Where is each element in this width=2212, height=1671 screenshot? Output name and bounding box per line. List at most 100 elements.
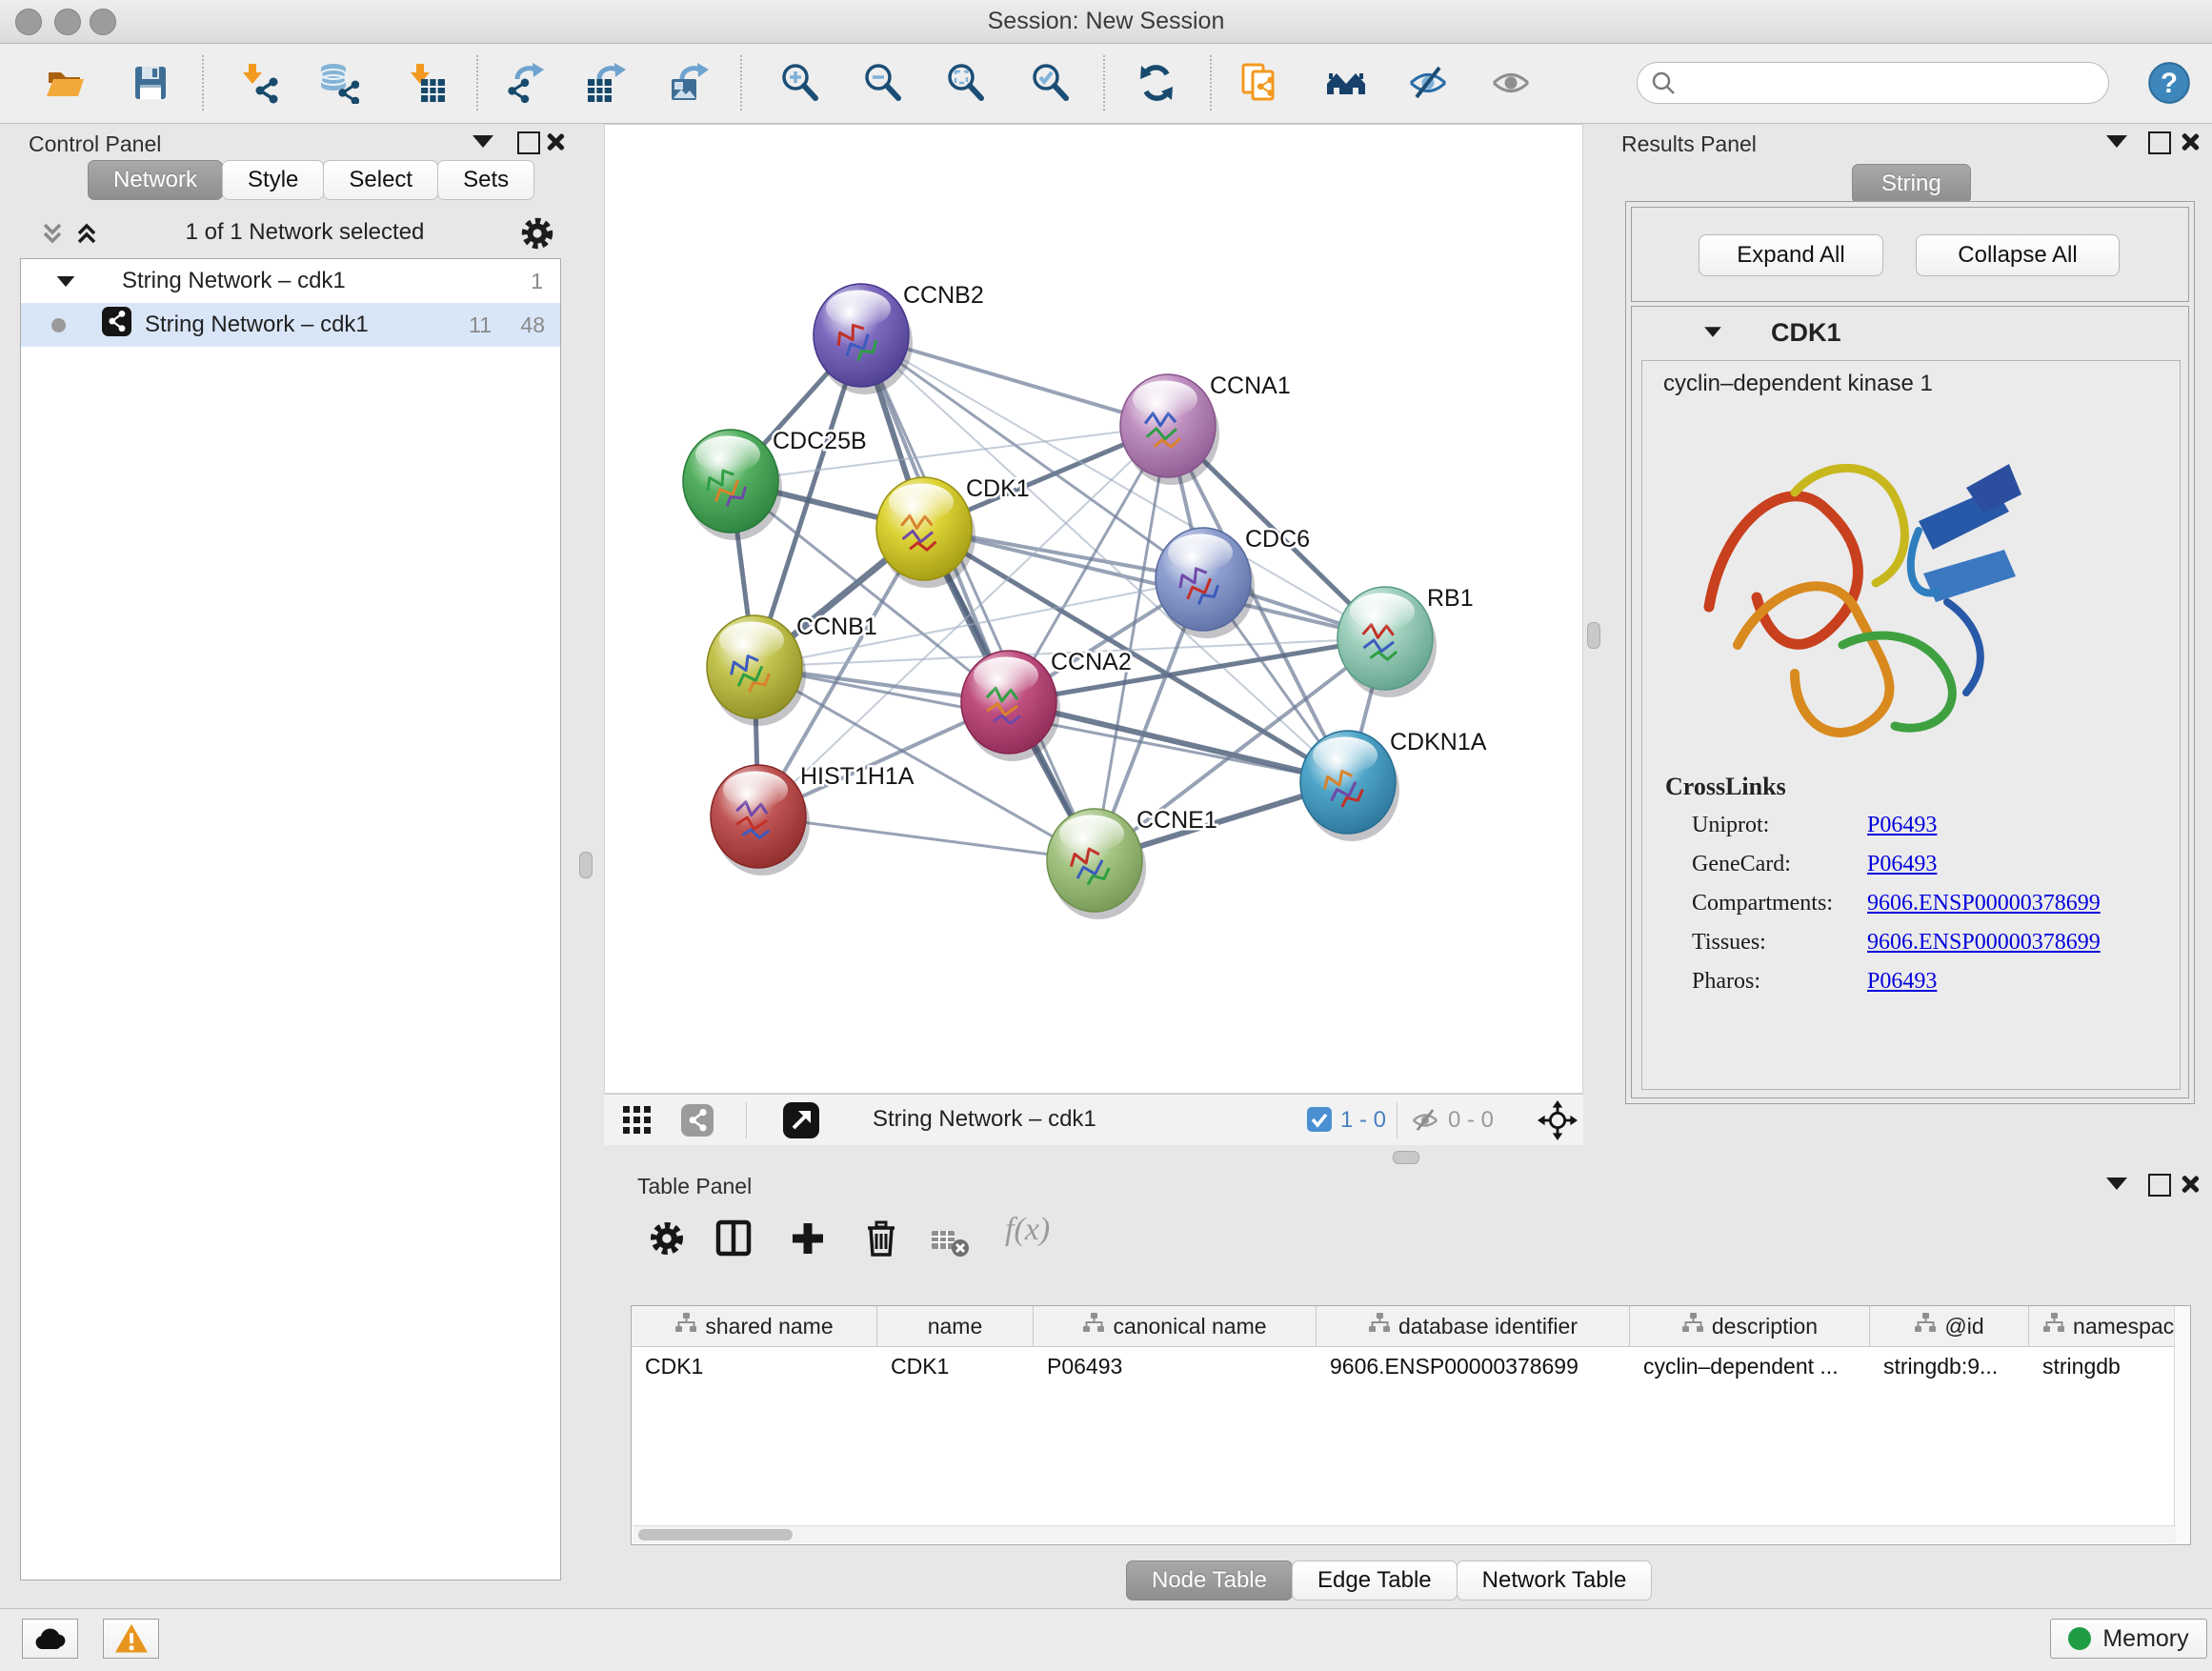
node-CDKN1A[interactable]: CDKN1A — [1300, 729, 1487, 841]
add-column-icon[interactable] — [787, 1218, 829, 1264]
results-panel-float-icon[interactable] — [2148, 131, 2171, 154]
node-CDK1[interactable]: CDK1 — [876, 475, 1030, 588]
gear-icon[interactable] — [517, 213, 557, 258]
column-header-id[interactable]: @id — [1870, 1306, 2029, 1346]
tab-network[interactable]: Network — [88, 160, 223, 200]
hide-eye-slash-icon[interactable] — [1407, 62, 1449, 104]
function-builder-icon[interactable]: f(x) — [1005, 1212, 1050, 1248]
birds-eye-icon[interactable] — [1538, 1100, 1578, 1145]
column-header-shared-name[interactable]: shared name — [632, 1306, 877, 1346]
tab-sets[interactable]: Sets — [437, 160, 534, 200]
control-panel-collapse-icon[interactable] — [473, 135, 493, 148]
node-CCNA1[interactable]: CCNA1 — [1120, 372, 1291, 485]
crosslink-tissues[interactable]: 9606.ENSP00000378699 — [1867, 930, 2101, 956]
crosslink-pharos[interactable]: P06493 — [1867, 969, 1937, 995]
table-vertical-scrollbar[interactable] — [2174, 1306, 2190, 1544]
show-eye-icon[interactable] — [1490, 62, 1532, 104]
crosslink-label: GeneCard: — [1692, 852, 1867, 877]
export-image-icon[interactable] — [669, 62, 711, 104]
tab-select[interactable]: Select — [323, 160, 438, 200]
warning-button[interactable] — [103, 1619, 159, 1659]
import-network-icon[interactable] — [237, 62, 279, 104]
help-icon[interactable]: ? — [2146, 60, 2188, 102]
scrollbar-thumb[interactable] — [638, 1529, 793, 1540]
gene-expander-icon[interactable] — [1704, 327, 1721, 336]
import-network-from-database-icon[interactable] — [317, 62, 359, 104]
expand-all-chevron-icon[interactable] — [70, 217, 103, 254]
tab-string[interactable]: String — [1852, 164, 1971, 204]
cloud-button[interactable] — [22, 1619, 78, 1659]
table-gear-icon[interactable] — [646, 1218, 688, 1264]
memory-button[interactable]: Memory — [2050, 1619, 2207, 1659]
control-panel-close-icon[interactable] — [545, 131, 566, 152]
table-cell[interactable]: CDK1 — [632, 1354, 877, 1379]
zoom-selected-icon[interactable] — [1030, 62, 1072, 104]
open-in-window-icon[interactable] — [783, 1102, 819, 1143]
tab-edge-table[interactable]: Edge Table — [1292, 1560, 1458, 1601]
annotation-share-icon[interactable] — [1239, 62, 1281, 104]
node-CDC25B[interactable]: CDC25B — [683, 428, 867, 540]
node-RB1[interactable]: RB1 — [1337, 585, 1474, 697]
results-panel-close-icon[interactable] — [2180, 131, 2201, 152]
column-header-description[interactable]: description — [1630, 1306, 1870, 1346]
node-CCNE1[interactable]: CCNE1 — [1047, 807, 1217, 919]
houses-icon[interactable] — [1325, 62, 1367, 104]
table-cell[interactable]: cyclin–dependent ... — [1630, 1354, 1870, 1379]
network-row[interactable]: String Network – cdk1 11 48 — [21, 303, 560, 347]
control-panel-float-icon[interactable] — [517, 131, 540, 154]
table-cell[interactable]: stringdb — [2029, 1354, 2191, 1379]
crosslink-compartments[interactable]: 9606.ENSP00000378699 — [1867, 891, 2101, 916]
column-header-canonical-name[interactable]: canonical name — [1034, 1306, 1317, 1346]
crosslink-genecard[interactable]: P06493 — [1867, 852, 1937, 877]
zoom-fit-icon[interactable] — [945, 62, 987, 104]
network-view-icon[interactable] — [681, 1104, 714, 1141]
table-cell[interactable]: CDK1 — [877, 1354, 1034, 1379]
results-panel-collapse-icon[interactable] — [2106, 135, 2127, 148]
network-canvas[interactable]: CCNB2CCNA1CDC25BCDK1CDC6RB1CCNB1CCNA2CDK… — [604, 124, 1583, 1094]
table-row[interactable]: CDK1CDK1P064939606.ENSP00000378699cyclin… — [632, 1347, 2190, 1385]
tab-style[interactable]: Style — [222, 160, 324, 200]
grid-view-icon[interactable] — [621, 1104, 654, 1141]
table-panel-collapse-icon[interactable] — [2106, 1178, 2127, 1190]
table-panel-float-icon[interactable] — [2148, 1174, 2171, 1197]
zoom-out-icon[interactable] — [862, 62, 904, 104]
import-table-icon[interactable] — [405, 62, 447, 104]
crosslink-uniprot[interactable]: P06493 — [1867, 813, 1937, 838]
hidden-eye-slash-icon[interactable] — [1411, 1106, 1439, 1139]
node-CCNB1[interactable]: CCNB1 — [707, 614, 877, 726]
show-columns-icon[interactable] — [713, 1218, 754, 1264]
expand-all-button[interactable]: Expand All — [1699, 234, 1883, 276]
horizontal-splitter-handle[interactable] — [1393, 1151, 1419, 1164]
table-panel-close-icon[interactable] — [2180, 1174, 2201, 1195]
left-splitter-handle[interactable] — [579, 852, 593, 878]
table-cell[interactable]: P06493 — [1034, 1354, 1317, 1379]
collapse-all-button[interactable]: Collapse All — [1916, 234, 2120, 276]
refresh-icon[interactable] — [1136, 62, 1177, 104]
zoom-in-icon[interactable] — [779, 62, 821, 104]
table-cell[interactable]: stringdb:9... — [1870, 1354, 2029, 1379]
table-horizontal-scrollbar[interactable] — [633, 1525, 2176, 1543]
column-header-database-identifier[interactable]: database identifier — [1317, 1306, 1630, 1346]
tab-node-table[interactable]: Node Table — [1126, 1560, 1293, 1601]
collapse-all-chevron-icon[interactable] — [36, 217, 69, 254]
column-header-namespace[interactable]: namespace — [2029, 1306, 2191, 1346]
tab-network-table[interactable]: Network Table — [1457, 1560, 1653, 1601]
column-header-name[interactable]: name — [877, 1306, 1034, 1346]
search-field[interactable] — [1637, 62, 2109, 104]
selected-checkbox-icon[interactable] — [1307, 1107, 1332, 1137]
right-splitter-handle[interactable] — [1587, 622, 1600, 649]
network-collection-row[interactable]: String Network – cdk1 1 — [21, 259, 560, 303]
search-input[interactable] — [1676, 70, 2080, 97]
open-session-icon[interactable] — [44, 62, 86, 104]
node-CCNB2[interactable]: CCNB2 — [814, 282, 984, 394]
table-cell[interactable]: 9606.ENSP00000378699 — [1317, 1354, 1630, 1379]
tree-expander-icon[interactable] — [57, 275, 75, 286]
network-graph[interactable]: CCNB2CCNA1CDC25BCDK1CDC6RB1CCNB1CCNA2CDK… — [605, 125, 1582, 1093]
node-HIST1H1A[interactable]: HIST1H1A — [711, 763, 915, 876]
delete-column-icon[interactable] — [860, 1218, 902, 1264]
save-session-icon[interactable] — [130, 62, 171, 104]
node-CCNA2[interactable]: CCNA2 — [961, 649, 1132, 761]
delete-table-icon[interactable] — [929, 1221, 971, 1268]
export-network-icon[interactable] — [504, 62, 546, 104]
export-table-icon[interactable] — [586, 62, 628, 104]
